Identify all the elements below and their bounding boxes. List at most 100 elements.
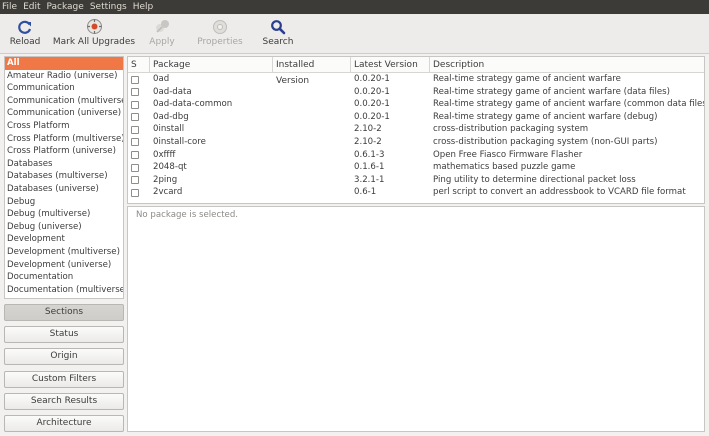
package-description: Real-time strategy game of ancient warfa… (433, 74, 621, 84)
search-button[interactable]: Search (254, 14, 302, 53)
section-item[interactable]: Amateur Radio (universe) (5, 70, 123, 83)
section-item[interactable]: Development (universe) (5, 259, 123, 272)
menu-edit[interactable]: Edit (23, 2, 40, 12)
section-item[interactable]: Communication (5, 82, 123, 95)
table-row[interactable]: 0install-core 2.10-2 cross-distribution pa… (128, 136, 704, 149)
mark-all-upgrades-button[interactable]: Mark All Upgrades (50, 14, 138, 53)
status-checkbox[interactable] (131, 113, 139, 122)
latest-version: 2.10-2 (354, 124, 382, 135)
apply-label: Apply (149, 37, 175, 47)
package-description: Real-time strategy game of ancient warfa… (433, 99, 705, 110)
package-name: 0ad-dbg (153, 111, 189, 122)
filter-origin-button[interactable]: Origin (4, 348, 124, 365)
search-label: Search (262, 37, 294, 47)
package-name: 2vcard (153, 187, 183, 198)
section-item[interactable]: Debug (5, 196, 123, 209)
package-name: 0install (153, 124, 185, 135)
status-checkbox[interactable] (131, 188, 139, 197)
menu-settings[interactable]: Settings (90, 2, 127, 12)
latest-version: 2.10-2 (354, 136, 382, 147)
section-item[interactable]: Debug (multiverse) (5, 208, 123, 221)
menu-package[interactable]: Package (47, 2, 84, 12)
latest-version: 0.0.20-1 (354, 99, 390, 110)
filter-architecture-button[interactable]: Architecture (4, 415, 124, 432)
table-row[interactable]: 0ad-data-common 0.0.20-1 Real-time strateg… (128, 98, 704, 111)
status-checkbox[interactable] (131, 100, 139, 109)
table-row[interactable]: 2vcard 0.6-1 perl script to convert an add… (128, 186, 704, 199)
toolbar: Reload Mark All Upgrades Apply Propertie… (0, 14, 709, 54)
table-row[interactable]: 0ad-dbg 0.0.20-1 Real-time strategy game o… (128, 111, 704, 124)
package-name: 0ad (153, 74, 170, 84)
latest-version: 0.0.20-1 (354, 111, 390, 122)
status-checkbox[interactable] (131, 176, 139, 185)
apply-button[interactable]: Apply (138, 14, 186, 53)
properties-label: Properties (197, 37, 243, 47)
section-list[interactable]: All Amateur Radio (universe) Communication… (4, 56, 124, 299)
table-row[interactable]: 0ad-data 0.0.20-1 Real-time strategy game … (128, 86, 704, 99)
package-name: 2048-qt (153, 162, 187, 173)
section-item[interactable]: Cross Platform (multiverse) (5, 133, 123, 146)
section-item[interactable]: Cross Platform (universe) (5, 145, 123, 158)
package-description: cross-distribution packaging system (non… (433, 136, 658, 147)
column-status[interactable]: S (128, 57, 150, 73)
filter-search-results-button[interactable]: Search Results (4, 393, 124, 410)
package-description: Real-time strategy game of ancient warfa… (433, 86, 670, 97)
table-row[interactable]: 2ping 3.2.1-1 Ping utility to determine di… (128, 174, 704, 187)
filter-sections-button[interactable]: Sections (4, 304, 124, 321)
section-item[interactable]: Documentation (multiverse) (5, 284, 123, 297)
table-row[interactable]: 0install 2.10-2 cross-distribution packagi… (128, 123, 704, 136)
column-latest-version[interactable]: Latest Version (351, 57, 430, 73)
package-name: 0install-core (153, 136, 206, 147)
package-description: perl script to convert an addressbook to… (433, 187, 686, 198)
package-description: Ping utility to determine directional pa… (433, 174, 636, 185)
table-row[interactable]: 2048-qt 0.1.6-1 mathematics based puzzle g… (128, 161, 704, 174)
status-checkbox[interactable] (131, 75, 139, 84)
section-item[interactable]: Development (5, 233, 123, 246)
status-checkbox[interactable] (131, 138, 139, 147)
package-name: 0xffff (153, 149, 176, 160)
menu-file[interactable]: File (2, 2, 17, 12)
section-item[interactable]: Communication (multiverse) (5, 95, 123, 108)
section-item[interactable]: Development (multiverse) (5, 246, 123, 259)
column-installed-version[interactable]: Installed Version (273, 57, 351, 86)
latest-version: 3.2.1-1 (354, 174, 385, 185)
package-rows: 0ad 0.0.20-1 Real-time strategy game of an… (128, 73, 704, 199)
status-checkbox[interactable] (131, 163, 139, 172)
table-header: S Package Installed Version Latest Versi… (128, 57, 704, 86)
package-description: Open Free Fiasco Firmware Flasher (433, 149, 583, 160)
properties-button[interactable]: Properties (186, 14, 254, 53)
status-checkbox[interactable] (131, 151, 139, 160)
menubar: File Edit Package Settings Help (0, 0, 709, 14)
menu-help[interactable]: Help (133, 2, 154, 12)
properties-icon (210, 18, 230, 35)
status-checkbox[interactable] (131, 125, 139, 134)
status-checkbox[interactable] (131, 88, 139, 97)
section-item[interactable]: Documentation (5, 271, 123, 284)
mark-upgrades-icon (84, 18, 104, 35)
table-row[interactable]: 0ad 0.0.20-1 Real-time strategy game of an… (128, 73, 704, 86)
table-row[interactable]: 0xffff 0.6.1-3 Open Free Fiasco Firmware F… (128, 149, 704, 162)
latest-version: 0.6-1 (354, 187, 377, 198)
section-item[interactable]: Databases (multiverse) (5, 170, 123, 183)
latest-version: 0.6.1-3 (354, 149, 385, 160)
latest-version: 0.1.6-1 (354, 162, 385, 173)
column-package[interactable]: Package (150, 57, 273, 73)
apply-icon (152, 18, 172, 35)
package-description: Real-time strategy game of ancient warfa… (433, 111, 658, 122)
package-table: S Package Installed Version Latest Versi… (127, 56, 705, 204)
section-item[interactable]: Databases (5, 158, 123, 171)
reload-button[interactable]: Reload (0, 14, 50, 53)
filter-custom-button[interactable]: Custom Filters (4, 371, 124, 388)
search-icon (268, 18, 288, 35)
package-name: 2ping (153, 174, 178, 185)
reload-icon (15, 18, 35, 35)
package-name: 0ad-data-common (153, 99, 233, 110)
section-item[interactable]: Cross Platform (5, 120, 123, 133)
column-description[interactable]: Description (430, 57, 704, 73)
section-item[interactable]: Debug (universe) (5, 221, 123, 234)
filter-status-button[interactable]: Status (4, 326, 124, 343)
section-item[interactable]: All (5, 57, 123, 70)
section-item[interactable]: Communication (universe) (5, 107, 123, 120)
section-item[interactable]: Databases (universe) (5, 183, 123, 196)
mark-all-upgrades-label: Mark All Upgrades (52, 37, 136, 47)
